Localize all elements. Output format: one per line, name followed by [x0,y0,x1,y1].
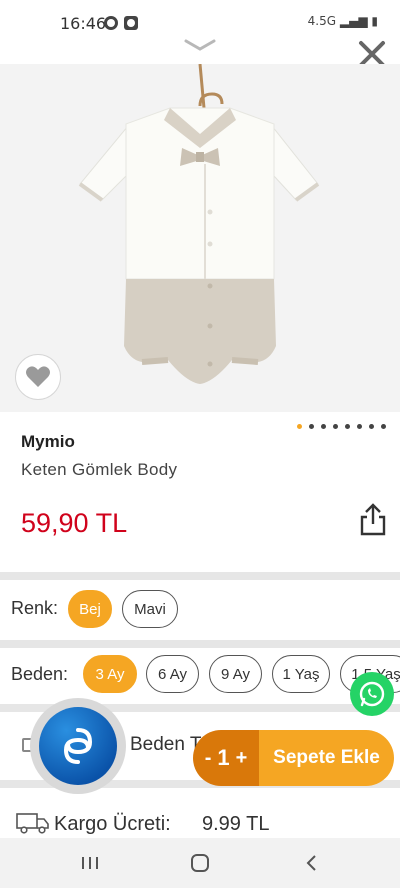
size-label: Beden: [11,664,69,684]
whatsapp-icon [359,681,385,707]
whatsapp-button[interactable] [350,672,394,716]
assistant-button[interactable] [30,698,126,794]
size-option-9-ay[interactable]: 9 Ay [209,655,262,693]
share-icon[interactable] [358,502,388,536]
back-icon[interactable] [300,852,324,874]
add-to-cart-bar: - 1 + Sepete Ekle [193,730,394,786]
quantity-stepper: - 1 + [193,730,259,786]
status-indicators: 4.5G ▂▄▆ ▮ [308,14,378,28]
section-divider [0,572,400,580]
signal-icon: ▂▄▆ [339,14,368,28]
shipping-value: 9.99 TL [202,813,270,835]
gallery-dot[interactable] [309,424,314,429]
system-nav-bar [0,838,400,888]
assistant-logo-icon [39,707,117,785]
gallery-dot[interactable] [321,424,326,429]
home-icon[interactable] [188,852,212,874]
gallery-dot[interactable] [345,424,350,429]
product-brand: Mymio [21,432,75,451]
gallery-dot[interactable] [381,424,386,429]
battery-icon: ▮ [371,14,378,28]
color-label: Renk: [11,598,59,618]
heart-icon [26,366,50,387]
color-option-bej[interactable]: Bej [68,590,112,628]
network-type: 4.5G [307,14,337,28]
product-name: Keten Gömlek Body [21,460,178,479]
add-to-cart-button[interactable]: Sepete Ekle [259,730,394,786]
recent-apps-icon[interactable] [78,852,102,874]
favorite-button[interactable] [15,354,61,400]
shipping-label: Kargo Ücreti: [54,813,171,835]
status-time: 16:46 [60,14,107,33]
gallery-dot[interactable] [333,424,338,429]
gallery-pager [297,424,386,429]
truck-icon [16,813,49,834]
section-divider [0,640,400,648]
color-option-mavi[interactable]: Mavi [122,590,178,628]
gallery-dot[interactable] [297,424,302,429]
size-option-3-ay[interactable]: 3 Ay [83,655,137,693]
quantity-increase-button[interactable]: + [236,747,248,770]
size-option-6-ay[interactable]: 6 Ay [146,655,199,693]
gallery-dot[interactable] [357,424,362,429]
quantity-value: 1 [217,745,230,770]
sheet-handle-icon[interactable] [184,38,216,52]
size-option-1-yas[interactable]: 1 Yaş [272,655,330,693]
music-notification-icon [104,16,118,30]
product-image[interactable] [0,64,400,412]
camera-notification-icon [124,16,138,30]
product-photo [0,64,400,412]
product-price: 59,90 TL [21,508,128,538]
gallery-dot[interactable] [369,424,374,429]
quantity-decrease-button[interactable]: - [205,747,212,770]
